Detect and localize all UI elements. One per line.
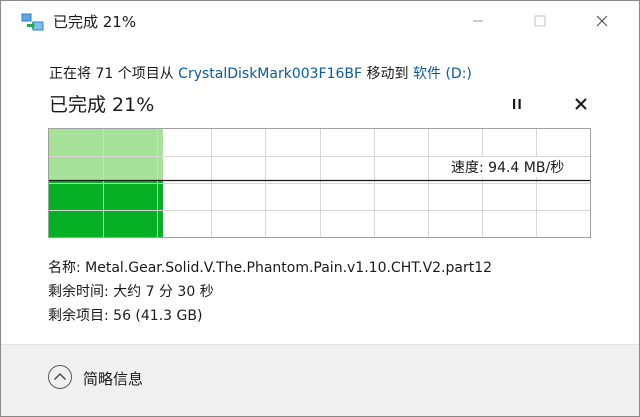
source-folder-link[interactable]: CrystalDiskMark003F16BF <box>178 66 362 82</box>
destination-drive-link[interactable]: 软件 (D:) <box>413 66 472 82</box>
window-close-button[interactable] <box>579 1 625 41</box>
speed-fill <box>49 180 163 237</box>
file-copy-icon <box>21 13 45 31</box>
transfer-speed-chart <box>48 128 591 238</box>
close-icon <box>596 15 608 27</box>
maximize-button[interactable] <box>517 1 563 41</box>
copy-progress-window: 已完成 21% 正在将 71 个项目从 CrystalDiskMark003F1… <box>0 0 640 417</box>
window-title: 已完成 21% <box>53 13 137 31</box>
collapse-details-button[interactable] <box>47 364 73 390</box>
collapse-details-label[interactable]: 简略信息 <box>83 368 143 389</box>
minimize-icon <box>473 20 483 22</box>
time-remaining: 剩余时间: 大约 7 分 30 秒 <box>48 284 214 300</box>
title-bar[interactable]: 已完成 21% <box>1 1 639 41</box>
transfer-prefix: 正在将 71 个项目从 <box>49 66 179 82</box>
pause-button[interactable] <box>507 94 527 114</box>
items-remaining: 剩余项目: 56 (41.3 GB) <box>48 308 203 324</box>
close-icon <box>575 98 587 110</box>
file-name: 名称: Metal.Gear.Solid.V.The.Phantom.Pain.… <box>48 260 493 276</box>
chevron-up-icon <box>48 365 72 389</box>
minimize-button[interactable] <box>455 1 501 41</box>
speed-chart-canvas <box>49 129 590 237</box>
progress-fill-light <box>49 129 163 180</box>
maximize-icon <box>534 15 546 27</box>
cancel-button[interactable] <box>571 94 591 114</box>
transfer-description: 正在将 71 个项目从 CrystalDiskMark003F16BF 移动到 … <box>49 63 472 83</box>
pause-icon <box>513 99 521 109</box>
speed-label: 速度: 94.4 MB/秒 <box>449 157 567 177</box>
transfer-middle: 移动到 <box>362 66 413 82</box>
progress-status: 已完成 21% <box>49 94 155 116</box>
